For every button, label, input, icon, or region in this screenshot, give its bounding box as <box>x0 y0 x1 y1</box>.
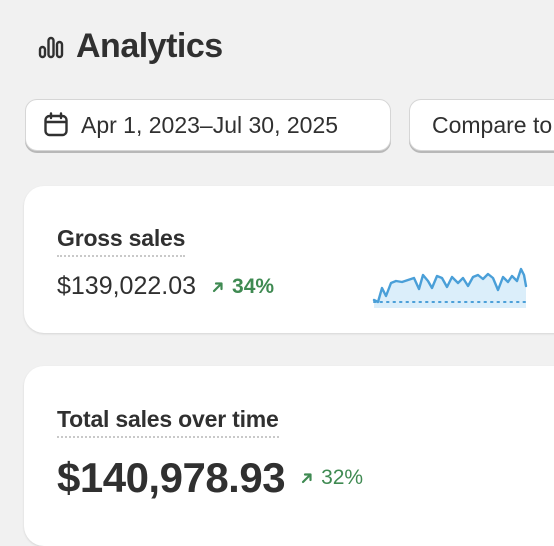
arrow-up-right-icon <box>301 473 312 484</box>
total-sales-change-value: 32% <box>321 466 364 489</box>
calendar-icon <box>43 112 69 138</box>
arrow-up-right-icon <box>212 281 223 292</box>
compare-to-label: Compare to <box>432 111 553 138</box>
page-header: Analytics <box>38 27 223 66</box>
gross-sales-change: 34% <box>212 275 274 299</box>
gross-sales-value: $139,022.03 <box>57 272 197 300</box>
page-title: Analytics <box>76 27 223 65</box>
gross-sales-title[interactable]: Gross sales <box>57 225 185 257</box>
gross-sales-sparkline <box>372 267 528 308</box>
gross-sales-value-row: $139,022.03 34% <box>57 272 274 301</box>
compare-to-button[interactable]: Compare to <box>409 99 554 151</box>
total-sales-card[interactable]: Total sales over time $140,978.93 32% <box>24 366 554 546</box>
total-sales-value-row: $140,978.93 32% <box>57 454 363 502</box>
toolbar: Apr 1, 2023–Jul 30, 2025 Compare to <box>25 99 554 151</box>
total-sales-title[interactable]: Total sales over time <box>57 406 279 438</box>
gross-sales-change-value: 34% <box>232 274 275 298</box>
gross-sales-card[interactable]: Gross sales $139,022.03 34% <box>24 186 554 333</box>
bar-chart-icon <box>38 33 66 61</box>
total-sales-value: $140,978.93 <box>57 454 286 501</box>
date-range-label: Apr 1, 2023–Jul 30, 2025 <box>81 111 339 138</box>
date-range-button[interactable]: Apr 1, 2023–Jul 30, 2025 <box>25 99 391 151</box>
total-sales-change: 32% <box>301 466 363 490</box>
